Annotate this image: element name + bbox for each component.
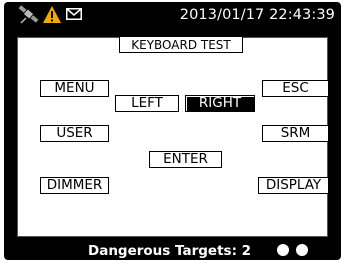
enter-key[interactable]: ENTER xyxy=(149,151,222,168)
target-indicator-dot xyxy=(277,244,289,256)
esc-key[interactable]: ESC xyxy=(262,80,329,97)
dimmer-key[interactable]: DIMMER xyxy=(40,177,109,194)
dangerous-targets-readout: Dangerous Targets: 2 xyxy=(88,243,251,259)
warning-icon xyxy=(43,6,61,23)
menu-key[interactable]: MENU xyxy=(40,80,109,97)
keyboard-test-panel: KEYBOARD TEST MENU ESC LEFT RIGHT USER S… xyxy=(17,36,329,237)
srm-key[interactable]: SRM xyxy=(262,125,329,142)
panel-title: KEYBOARD TEST xyxy=(119,36,243,53)
right-key[interactable]: RIGHT xyxy=(185,95,255,112)
device-screen: 2013/01/17 22:43:39 KEYBOARD TEST MENU E… xyxy=(4,2,341,260)
timestamp: 2013/01/17 22:43:39 xyxy=(179,7,335,23)
user-key[interactable]: USER xyxy=(40,125,109,142)
dangerous-targets-label: Dangerous Targets: xyxy=(88,243,237,259)
mail-icon xyxy=(66,8,82,20)
left-key[interactable]: LEFT xyxy=(115,95,179,112)
status-bar: 2013/01/17 22:43:39 xyxy=(4,2,341,28)
dangerous-targets-count: 2 xyxy=(241,243,252,259)
display-key[interactable]: DISPLAY xyxy=(258,177,329,194)
satellite-icon xyxy=(18,5,39,24)
target-indicator-dot xyxy=(296,244,308,256)
